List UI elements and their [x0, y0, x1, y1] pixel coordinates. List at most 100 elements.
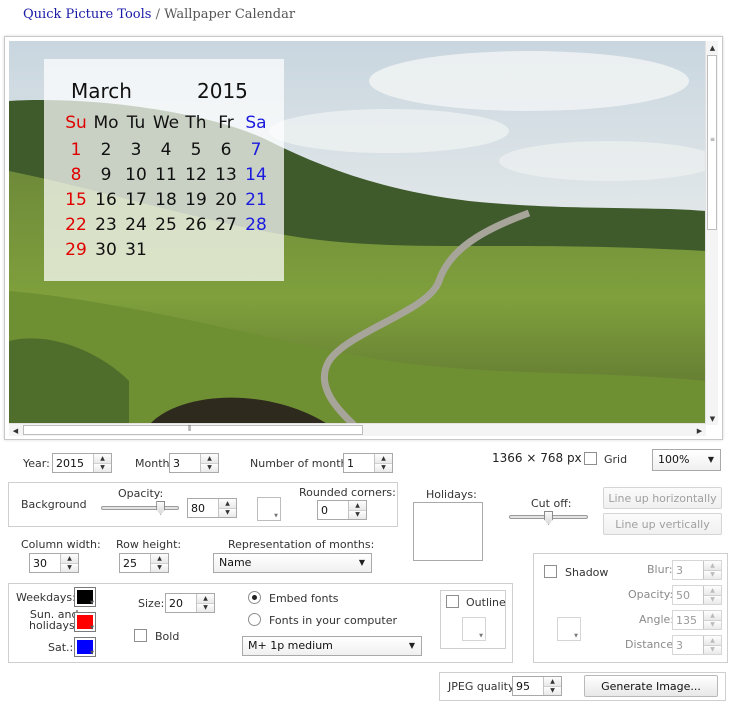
shadow-opacity-stepper[interactable]: ▲▼ — [672, 585, 722, 605]
chevron-down-icon[interactable]: ▼ — [704, 644, 721, 654]
chevron-up-icon[interactable]: ▲ — [197, 594, 214, 603]
zoom-select[interactable]: 100% ▼ — [652, 449, 721, 471]
scroll-down-icon[interactable]: ▼ — [706, 412, 719, 425]
holidays-textarea[interactable] — [413, 502, 483, 561]
calendar-day: 22 — [65, 215, 87, 235]
shadow-color-picker[interactable]: ▼ — [557, 617, 581, 641]
chevron-down-icon[interactable]: ▼ — [197, 602, 214, 612]
column-width-input[interactable] — [30, 554, 60, 572]
chevron-down-icon[interactable]: ▼ — [704, 569, 721, 579]
chevron-down-icon[interactable]: ▼ — [375, 462, 392, 472]
background-label: Background — [21, 498, 87, 511]
chevron-up-icon[interactable]: ▲ — [544, 677, 561, 686]
distance-input[interactable] — [673, 636, 703, 654]
opacity-stepper[interactable]: ▲▼ — [187, 498, 237, 518]
month-input[interactable] — [170, 454, 200, 472]
representation-select[interactable]: Name ▼ — [213, 553, 372, 573]
outline-checkbox[interactable] — [446, 595, 459, 608]
jpeg-quality-stepper[interactable]: ▲▼ — [512, 676, 562, 696]
chevron-up-icon[interactable]: ▲ — [704, 611, 721, 620]
calendar-day: 14 — [245, 165, 267, 185]
scroll-right-icon[interactable]: ▶ — [693, 424, 706, 437]
chevron-up-icon[interactable]: ▲ — [704, 636, 721, 645]
fonts-computer-radio[interactable] — [248, 613, 261, 626]
chevron-up-icon[interactable]: ▲ — [349, 501, 366, 510]
chevron-down-icon[interactable]: ▼ — [61, 562, 78, 572]
outline-color-picker[interactable]: ▼ — [462, 617, 486, 641]
chevron-up-icon[interactable]: ▲ — [151, 554, 168, 563]
dropdown-arrow-icon[interactable]: ▼ — [702, 450, 720, 470]
month-stepper[interactable]: ▲▼ — [169, 453, 219, 473]
chevron-up-icon[interactable]: ▲ — [375, 454, 392, 463]
scroll-up-icon[interactable]: ▲ — [706, 41, 719, 54]
dropdown-arrow-icon: ▼ — [90, 625, 94, 631]
breadcrumb-home-link[interactable]: Quick Picture Tools — [23, 7, 151, 22]
chevron-down-icon[interactable]: ▼ — [94, 462, 111, 472]
chevron-down-icon[interactable]: ▼ — [704, 594, 721, 604]
number-of-months-input[interactable] — [344, 454, 374, 472]
fonts-computer-label: Fonts in your computer — [269, 614, 397, 627]
font-size-input[interactable] — [166, 594, 196, 612]
chevron-down-icon[interactable]: ▼ — [544, 685, 561, 695]
chevron-up-icon[interactable]: ▲ — [61, 554, 78, 563]
shadow-opacity-input[interactable] — [673, 586, 703, 604]
line-up-vertically-button[interactable]: Line up vertically — [603, 513, 722, 535]
shadow-checkbox[interactable] — [544, 565, 557, 578]
scroll-left-icon[interactable]: ◀ — [9, 424, 22, 437]
vertical-scrollbar[interactable]: ▲ ≡ ▼ — [705, 41, 718, 425]
chevron-up-icon[interactable]: ▲ — [219, 499, 236, 508]
chevron-down-icon[interactable]: ▼ — [201, 462, 218, 472]
jpeg-quality-input[interactable] — [513, 677, 543, 695]
background-color-picker[interactable]: ▼ — [257, 497, 281, 521]
breadcrumb-current: Wallpaper Calendar — [164, 7, 296, 22]
angle-stepper[interactable]: ▲▼ — [672, 610, 722, 630]
year-stepper[interactable]: ▲▼ — [52, 453, 112, 473]
bold-checkbox[interactable] — [134, 629, 147, 642]
dropdown-arrow-icon[interactable]: ▼ — [403, 637, 421, 655]
number-of-months-stepper[interactable]: ▲▼ — [343, 453, 393, 473]
holidays-label: Holidays: — [426, 488, 477, 501]
sunday-color-swatch[interactable]: ▼ — [74, 612, 96, 632]
embed-fonts-radio[interactable] — [248, 591, 261, 604]
weekdays-color-swatch[interactable]: ▼ — [74, 587, 96, 607]
chevron-up-icon[interactable]: ▲ — [704, 586, 721, 595]
chevron-down-icon[interactable]: ▼ — [219, 507, 236, 517]
column-width-stepper[interactable]: ▲▼ — [29, 553, 79, 573]
shadow-label: Shadow — [565, 566, 609, 579]
opacity-slider-track[interactable] — [101, 506, 179, 510]
vertical-scroll-thumb[interactable]: ≡ — [707, 55, 717, 230]
row-height-input[interactable] — [120, 554, 150, 572]
font-select[interactable]: M+ 1p medium ▼ — [242, 636, 422, 656]
line-up-horizontally-button[interactable]: Line up horizontally — [603, 487, 722, 509]
chevron-up-icon[interactable]: ▲ — [201, 454, 218, 463]
opacity-input[interactable] — [188, 499, 218, 517]
saturday-color-swatch[interactable]: ▼ — [74, 637, 96, 657]
chevron-down-icon[interactable]: ▼ — [704, 619, 721, 629]
angle-input[interactable] — [673, 611, 703, 629]
horizontal-scrollbar[interactable]: ◀ ⦀ ▶ — [9, 423, 706, 436]
distance-stepper[interactable]: ▲▼ — [672, 635, 722, 655]
shadow-opacity-label: Opacity: — [628, 588, 674, 601]
year-input[interactable] — [53, 454, 93, 472]
generate-image-button[interactable]: Generate Image... — [584, 675, 718, 697]
chevron-up-icon[interactable]: ▲ — [94, 454, 111, 463]
calendar-day: 29 — [65, 240, 87, 260]
cutoff-slider-thumb[interactable] — [544, 511, 553, 525]
font-size-stepper[interactable]: ▲▼ — [165, 593, 215, 613]
chevron-up-icon[interactable]: ▲ — [704, 561, 721, 570]
chevron-down-icon[interactable]: ▼ — [349, 509, 366, 519]
cutoff-label: Cut off: — [531, 497, 572, 510]
chevron-down-icon[interactable]: ▼ — [151, 562, 168, 572]
horizontal-scroll-thumb[interactable]: ⦀ — [23, 424, 363, 435]
rounded-corners-stepper[interactable]: ▲▼ — [317, 500, 367, 520]
blur-input[interactable] — [673, 561, 703, 579]
dropdown-arrow-icon[interactable]: ▼ — [353, 554, 371, 572]
rounded-corners-input[interactable] — [318, 501, 348, 519]
calendar-year: 2015 — [197, 79, 248, 103]
row-height-stepper[interactable]: ▲▼ — [119, 553, 169, 573]
calendar-day: 21 — [245, 190, 267, 210]
jpeg-quality-label: JPEG quality: — [448, 680, 518, 693]
calendar-day: 7 — [250, 140, 262, 160]
grid-checkbox[interactable] — [584, 452, 597, 465]
blur-stepper[interactable]: ▲▼ — [672, 560, 722, 580]
